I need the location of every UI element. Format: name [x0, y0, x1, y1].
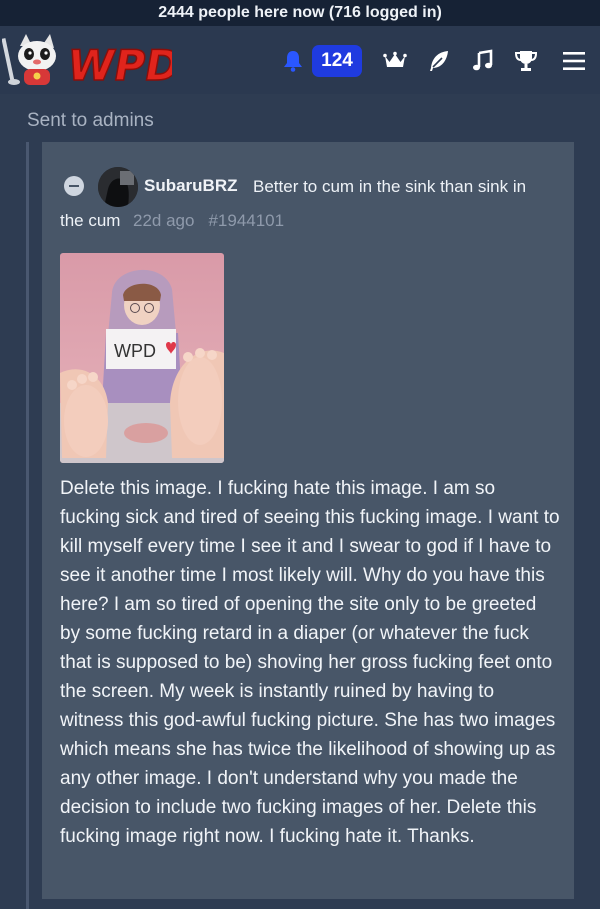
collapse-icon[interactable] — [64, 176, 84, 196]
online-count-bar: 2444 people here now (716 logged in) — [0, 0, 600, 26]
cat-mascot-icon — [1, 34, 56, 85]
username[interactable]: SubaruBRZ — [144, 176, 238, 196]
site-header: WPD 124 — [0, 26, 600, 94]
notification-count-badge[interactable]: 124 — [312, 45, 362, 77]
comment-meta: 22d ago #1944101 — [133, 211, 298, 231]
thread-line[interactable] — [26, 142, 29, 909]
avatar[interactable] — [98, 167, 138, 207]
wpd-wordmark-icon: WPD — [63, 41, 185, 91]
user-flair-line2: the cum — [60, 211, 121, 230]
comment-image[interactable]: WPD — [60, 253, 224, 463]
bell-icon[interactable] — [283, 50, 303, 72]
image-sign-text: WPD — [114, 341, 156, 361]
music-note-icon[interactable] — [470, 48, 496, 74]
crown-icon[interactable] — [382, 48, 408, 74]
comment-id[interactable]: #1944101 — [208, 211, 284, 230]
svg-text:WPD: WPD — [64, 41, 172, 90]
user-flair-line1: Better to cum in the sink than sink in — [253, 177, 527, 196]
section-title: Sent to admins — [27, 110, 154, 131]
notification-count: 124 — [321, 50, 353, 71]
online-count-text: 2444 people here now (716 logged in) — [158, 4, 442, 21]
menu-icon[interactable] — [561, 48, 587, 74]
site-logo[interactable]: WPD — [1, 32, 185, 91]
comment-age[interactable]: 22d ago — [133, 211, 194, 230]
feather-icon[interactable] — [426, 48, 452, 74]
comment-body: Delete this image. I fucking hate this i… — [60, 478, 560, 847]
trophy-icon[interactable] — [513, 48, 539, 74]
